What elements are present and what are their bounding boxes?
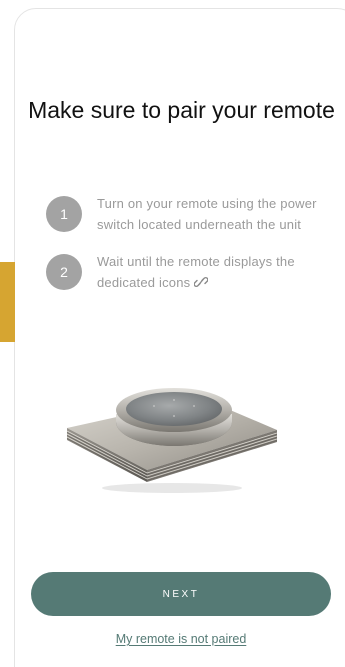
step-number-badge: 1 (46, 196, 82, 232)
link-icon (194, 277, 209, 287)
step-text-container: Wait until the remote displays the dedic… (97, 251, 337, 293)
left-accent-marker (0, 262, 15, 342)
step-text: Turn on your remote using the power swit… (97, 196, 317, 232)
step-number-badge: 2 (46, 254, 82, 290)
pairing-screen: Make sure to pair your remote 1 Turn on … (0, 0, 345, 667)
not-paired-link[interactable]: My remote is not paired (31, 632, 331, 646)
remote-device-image (66, 388, 278, 493)
page-title: Make sure to pair your remote (28, 97, 335, 123)
next-button[interactable]: NEXT (31, 572, 331, 616)
